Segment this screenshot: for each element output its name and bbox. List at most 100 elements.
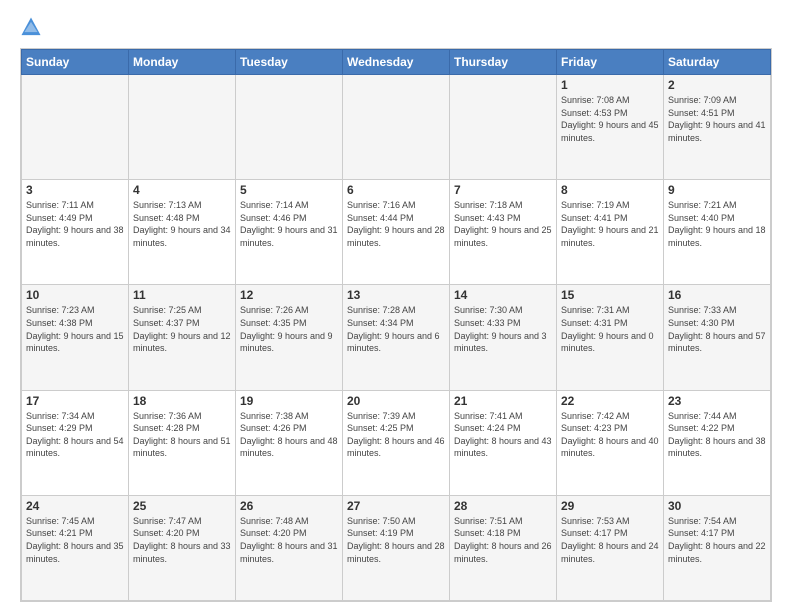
week-row-1: 1 Sunrise: 7:08 AM Sunset: 4:53 PM Daylig…	[22, 75, 771, 180]
day-info: Sunrise: 7:09 AM Sunset: 4:51 PM Dayligh…	[668, 94, 766, 144]
day-number: 11	[133, 288, 231, 302]
day-cell-1-1	[22, 75, 129, 180]
day-number: 7	[454, 183, 552, 197]
day-number: 20	[347, 394, 445, 408]
day-info: Sunrise: 7:11 AM Sunset: 4:49 PM Dayligh…	[26, 199, 124, 249]
day-cell-4-5: 21Sunrise: 7:41 AM Sunset: 4:24 PM Dayli…	[450, 390, 557, 495]
day-info: Sunrise: 7:23 AM Sunset: 4:38 PM Dayligh…	[26, 304, 124, 354]
day-number: 17	[26, 394, 124, 408]
day-number: 26	[240, 499, 338, 513]
day-cell-5-6: 29 Sunrise: 7:53 AM Sunset: 4:17 PM Dayli…	[557, 495, 664, 600]
header	[20, 16, 772, 38]
day-number: 1	[561, 78, 659, 92]
day-number: 22	[561, 394, 659, 408]
day-cell-3-3: 12 Sunrise: 7:26 AM Sunset: 4:35 PM Dayli…	[236, 285, 343, 390]
day-number: 23	[668, 394, 766, 408]
week-row-4: 17 Sunrise: 7:34 AM Sunset: 4:29 PM Dayli…	[22, 390, 771, 495]
calendar-header-row: SundayMondayTuesdayWednesdayThursdayFrid…	[22, 50, 771, 75]
day-number: 12	[240, 288, 338, 302]
day-info: Sunrise: 7:08 AM Sunset: 4:53 PM Dayligh…	[561, 94, 659, 144]
day-info: Sunrise: 7:16 AM Sunset: 4:44 PM Dayligh…	[347, 199, 445, 249]
day-cell-1-7: 2 Sunrise: 7:09 AM Sunset: 4:51 PM Daylig…	[664, 75, 771, 180]
day-cell-4-4: 20 Sunrise: 7:39 AM Sunset: 4:25 PM Dayli…	[343, 390, 450, 495]
day-cell-3-2: 11 Sunrise: 7:25 AM Sunset: 4:37 PM Dayli…	[129, 285, 236, 390]
day-info: Sunrise: 7:21 AM Sunset: 4:40 PM Dayligh…	[668, 199, 766, 249]
day-number: 8	[561, 183, 659, 197]
day-header-friday: Friday	[557, 50, 664, 75]
day-info: Sunrise: 7:26 AM Sunset: 4:35 PM Dayligh…	[240, 304, 338, 354]
page: SundayMondayTuesdayWednesdayThursdayFrid…	[0, 0, 792, 612]
day-info: Sunrise: 7:53 AM Sunset: 4:17 PM Dayligh…	[561, 515, 659, 565]
day-number: 24	[26, 499, 124, 513]
day-cell-3-4: 13 Sunrise: 7:28 AM Sunset: 4:34 PM Dayli…	[343, 285, 450, 390]
day-cell-2-4: 6 Sunrise: 7:16 AM Sunset: 4:44 PM Daylig…	[343, 180, 450, 285]
day-number: 30	[668, 499, 766, 513]
day-cell-5-7: 30Sunrise: 7:54 AM Sunset: 4:17 PM Dayli…	[664, 495, 771, 600]
calendar: SundayMondayTuesdayWednesdayThursdayFrid…	[20, 48, 772, 602]
day-number: 2	[668, 78, 766, 92]
day-info: Sunrise: 7:44 AM Sunset: 4:22 PM Dayligh…	[668, 410, 766, 460]
day-cell-2-3: 5 Sunrise: 7:14 AM Sunset: 4:46 PM Daylig…	[236, 180, 343, 285]
day-info: Sunrise: 7:45 AM Sunset: 4:21 PM Dayligh…	[26, 515, 124, 565]
day-cell-1-6: 1 Sunrise: 7:08 AM Sunset: 4:53 PM Daylig…	[557, 75, 664, 180]
week-row-3: 10Sunrise: 7:23 AM Sunset: 4:38 PM Dayli…	[22, 285, 771, 390]
day-info: Sunrise: 7:14 AM Sunset: 4:46 PM Dayligh…	[240, 199, 338, 249]
day-cell-3-5: 14 Sunrise: 7:30 AM Sunset: 4:33 PM Dayli…	[450, 285, 557, 390]
day-info: Sunrise: 7:36 AM Sunset: 4:28 PM Dayligh…	[133, 410, 231, 460]
day-cell-4-1: 17 Sunrise: 7:34 AM Sunset: 4:29 PM Dayli…	[22, 390, 129, 495]
day-number: 9	[668, 183, 766, 197]
day-info: Sunrise: 7:19 AM Sunset: 4:41 PM Dayligh…	[561, 199, 659, 249]
day-number: 13	[347, 288, 445, 302]
day-info: Sunrise: 7:28 AM Sunset: 4:34 PM Dayligh…	[347, 304, 445, 354]
calendar-body: 1 Sunrise: 7:08 AM Sunset: 4:53 PM Daylig…	[22, 75, 771, 601]
day-number: 25	[133, 499, 231, 513]
day-cell-1-3	[236, 75, 343, 180]
day-header-thursday: Thursday	[450, 50, 557, 75]
day-info: Sunrise: 7:50 AM Sunset: 4:19 PM Dayligh…	[347, 515, 445, 565]
day-info: Sunrise: 7:48 AM Sunset: 4:20 PM Dayligh…	[240, 515, 338, 565]
day-cell-2-6: 8 Sunrise: 7:19 AM Sunset: 4:41 PM Daylig…	[557, 180, 664, 285]
day-cell-5-1: 24 Sunrise: 7:45 AM Sunset: 4:21 PM Dayli…	[22, 495, 129, 600]
day-header-wednesday: Wednesday	[343, 50, 450, 75]
day-cell-5-4: 27Sunrise: 7:50 AM Sunset: 4:19 PM Dayli…	[343, 495, 450, 600]
day-header-tuesday: Tuesday	[236, 50, 343, 75]
day-cell-1-5	[450, 75, 557, 180]
day-cell-2-2: 4 Sunrise: 7:13 AM Sunset: 4:48 PM Daylig…	[129, 180, 236, 285]
day-info: Sunrise: 7:31 AM Sunset: 4:31 PM Dayligh…	[561, 304, 659, 354]
logo	[20, 16, 46, 38]
day-header-monday: Monday	[129, 50, 236, 75]
day-cell-4-2: 18Sunrise: 7:36 AM Sunset: 4:28 PM Dayli…	[129, 390, 236, 495]
day-cell-3-1: 10Sunrise: 7:23 AM Sunset: 4:38 PM Dayli…	[22, 285, 129, 390]
day-cell-3-7: 16 Sunrise: 7:33 AM Sunset: 4:30 PM Dayli…	[664, 285, 771, 390]
day-info: Sunrise: 7:33 AM Sunset: 4:30 PM Dayligh…	[668, 304, 766, 354]
day-cell-5-2: 25 Sunrise: 7:47 AM Sunset: 4:20 PM Dayli…	[129, 495, 236, 600]
day-info: Sunrise: 7:25 AM Sunset: 4:37 PM Dayligh…	[133, 304, 231, 354]
day-info: Sunrise: 7:30 AM Sunset: 4:33 PM Dayligh…	[454, 304, 552, 354]
day-info: Sunrise: 7:18 AM Sunset: 4:43 PM Dayligh…	[454, 199, 552, 249]
day-number: 14	[454, 288, 552, 302]
day-info: Sunrise: 7:42 AM Sunset: 4:23 PM Dayligh…	[561, 410, 659, 460]
day-number: 19	[240, 394, 338, 408]
week-row-5: 24 Sunrise: 7:45 AM Sunset: 4:21 PM Dayli…	[22, 495, 771, 600]
day-number: 16	[668, 288, 766, 302]
day-number: 4	[133, 183, 231, 197]
day-cell-1-4	[343, 75, 450, 180]
day-info: Sunrise: 7:38 AM Sunset: 4:26 PM Dayligh…	[240, 410, 338, 460]
day-number: 28	[454, 499, 552, 513]
day-info: Sunrise: 7:47 AM Sunset: 4:20 PM Dayligh…	[133, 515, 231, 565]
day-cell-2-1: 3Sunrise: 7:11 AM Sunset: 4:49 PM Daylig…	[22, 180, 129, 285]
day-number: 5	[240, 183, 338, 197]
day-cell-5-3: 26 Sunrise: 7:48 AM Sunset: 4:20 PM Dayli…	[236, 495, 343, 600]
day-cell-2-5: 7 Sunrise: 7:18 AM Sunset: 4:43 PM Daylig…	[450, 180, 557, 285]
day-cell-3-6: 15Sunrise: 7:31 AM Sunset: 4:31 PM Dayli…	[557, 285, 664, 390]
day-cell-4-3: 19 Sunrise: 7:38 AM Sunset: 4:26 PM Dayli…	[236, 390, 343, 495]
day-cell-4-6: 22 Sunrise: 7:42 AM Sunset: 4:23 PM Dayli…	[557, 390, 664, 495]
day-number: 29	[561, 499, 659, 513]
day-number: 6	[347, 183, 445, 197]
day-cell-5-5: 28 Sunrise: 7:51 AM Sunset: 4:18 PM Dayli…	[450, 495, 557, 600]
logo-icon	[20, 16, 42, 38]
day-info: Sunrise: 7:39 AM Sunset: 4:25 PM Dayligh…	[347, 410, 445, 460]
day-info: Sunrise: 7:13 AM Sunset: 4:48 PM Dayligh…	[133, 199, 231, 249]
day-info: Sunrise: 7:34 AM Sunset: 4:29 PM Dayligh…	[26, 410, 124, 460]
day-info: Sunrise: 7:51 AM Sunset: 4:18 PM Dayligh…	[454, 515, 552, 565]
